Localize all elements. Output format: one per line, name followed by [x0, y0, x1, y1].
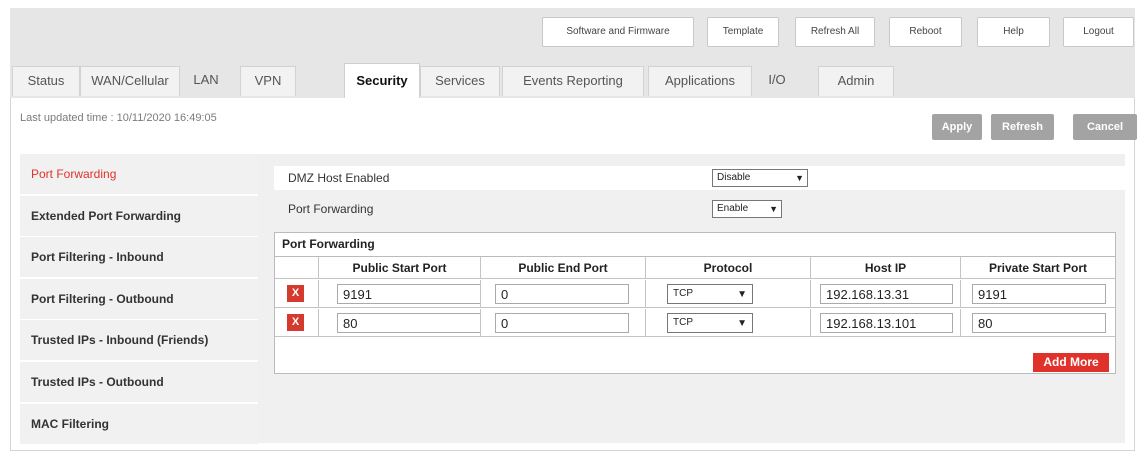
chevron-down-icon: ▼ [737, 289, 747, 300]
port-forwarding-label: Port Forwarding [288, 202, 374, 216]
template-button[interactable]: Template [707, 17, 779, 47]
logout-button[interactable]: Logout [1063, 17, 1134, 47]
sidebar-item-extended-port-forwarding[interactable]: Extended Port Forwarding [20, 196, 258, 236]
host-ip-input[interactable] [820, 284, 953, 304]
public-end-cell [480, 309, 645, 336]
help-button[interactable]: Help [977, 17, 1050, 47]
protocol-select[interactable]: TCP ▼ [667, 313, 753, 333]
host-ip-cell [810, 280, 960, 307]
private-start-cell [960, 280, 1115, 307]
sidebar: Port Forwarding Extended Port Forwarding… [20, 154, 258, 444]
sidebar-item-port-filtering-inbound[interactable]: Port Filtering - Inbound [20, 237, 258, 277]
reboot-button[interactable]: Reboot [889, 17, 962, 47]
delete-x-icon[interactable]: X [287, 285, 304, 302]
table-row: X TCP ▼ [275, 309, 1115, 337]
tab-applications[interactable]: Applications [648, 66, 752, 96]
table-header-row: Public Start Port Public End Port Protoc… [275, 257, 1115, 279]
header-host-ip: Host IP [810, 257, 960, 278]
sidebar-item-port-filtering-outbound[interactable]: Port Filtering - Outbound [20, 279, 258, 319]
port-forwarding-table: Public Start Port Public End Port Protoc… [275, 256, 1115, 351]
sidebar-item-mac-filtering[interactable]: MAC Filtering [20, 404, 258, 444]
apply-button[interactable]: Apply [932, 114, 982, 140]
header-cell-delete [275, 257, 318, 278]
tab-status[interactable]: Status [12, 66, 80, 96]
dmz-host-label: DMZ Host Enabled [288, 171, 390, 185]
chevron-down-icon: ▼ [737, 318, 747, 329]
protocol-value: TCP [673, 288, 693, 299]
software-firmware-button[interactable]: Software and Firmware [542, 17, 694, 47]
tab-security[interactable]: Security [344, 63, 420, 98]
port-forwarding-table-box: Port Forwarding Public Start Port Public… [274, 232, 1116, 374]
add-more-button[interactable]: Add More [1033, 353, 1109, 372]
private-start-port-input[interactable] [972, 313, 1106, 333]
protocol-select[interactable]: TCP ▼ [667, 284, 753, 304]
table-row: X TCP ▼ [275, 280, 1115, 308]
delete-cell: X [275, 280, 318, 307]
tab-admin[interactable]: Admin [818, 66, 894, 96]
chevron-down-icon: ▼ [795, 173, 804, 183]
tab-services[interactable]: Services [420, 66, 500, 96]
private-start-port-input[interactable] [972, 284, 1106, 304]
port-forwarding-table-title: Port Forwarding [282, 237, 375, 251]
port-forwarding-select[interactable]: Enable ▼ [712, 200, 782, 218]
sidebar-item-port-forwarding[interactable]: Port Forwarding [20, 154, 258, 194]
public-end-port-input[interactable] [495, 313, 629, 333]
public-end-port-input[interactable] [495, 284, 629, 304]
header-public-end-port: Public End Port [480, 257, 645, 278]
tab-wan-cellular[interactable]: WAN/Cellular [80, 66, 180, 96]
port-forwarding-value: Enable [717, 203, 749, 214]
header-public-start-port: Public Start Port [318, 257, 480, 278]
header-protocol: Protocol [645, 257, 810, 278]
refresh-all-button[interactable]: Refresh All [795, 17, 875, 47]
sidebar-item-trusted-ips-inbound[interactable]: Trusted IPs - Inbound (Friends) [20, 320, 258, 360]
host-ip-input[interactable] [820, 313, 953, 333]
public-start-cell [318, 280, 481, 307]
host-ip-cell [810, 309, 960, 336]
dmz-host-row: DMZ Host Enabled Disable ▼ [274, 166, 1125, 190]
public-start-port-input[interactable] [337, 284, 481, 304]
refresh-button[interactable]: Refresh [991, 114, 1054, 140]
delete-cell: X [275, 309, 318, 336]
cancel-button[interactable]: Cancel [1073, 114, 1137, 140]
tab-lan[interactable]: LAN [180, 66, 232, 96]
delete-x-icon[interactable]: X [287, 314, 304, 331]
header-private-start-port: Private Start Port [960, 257, 1115, 278]
dmz-host-value: Disable [717, 172, 751, 183]
public-start-cell [318, 309, 481, 336]
protocol-cell: TCP ▼ [645, 309, 810, 336]
protocol-value: TCP [673, 317, 693, 328]
tab-io[interactable]: I/O [752, 66, 802, 96]
chevron-down-icon: ▼ [769, 204, 778, 214]
main-panel: DMZ Host Enabled Disable ▼ Port Forwardi… [258, 154, 1125, 443]
port-forwarding-row: Port Forwarding Enable ▼ [274, 197, 1125, 221]
sidebar-item-trusted-ips-outbound[interactable]: Trusted IPs - Outbound [20, 362, 258, 402]
public-start-port-input[interactable] [337, 313, 481, 333]
public-end-cell [480, 280, 645, 307]
protocol-cell: TCP ▼ [645, 280, 810, 307]
tab-vpn[interactable]: VPN [240, 66, 296, 96]
tab-events-reporting[interactable]: Events Reporting [502, 66, 644, 96]
dmz-host-select[interactable]: Disable ▼ [712, 169, 808, 187]
last-updated-time: Last updated time : 10/11/2020 16:49:05 [20, 112, 217, 124]
private-start-cell [960, 309, 1115, 336]
